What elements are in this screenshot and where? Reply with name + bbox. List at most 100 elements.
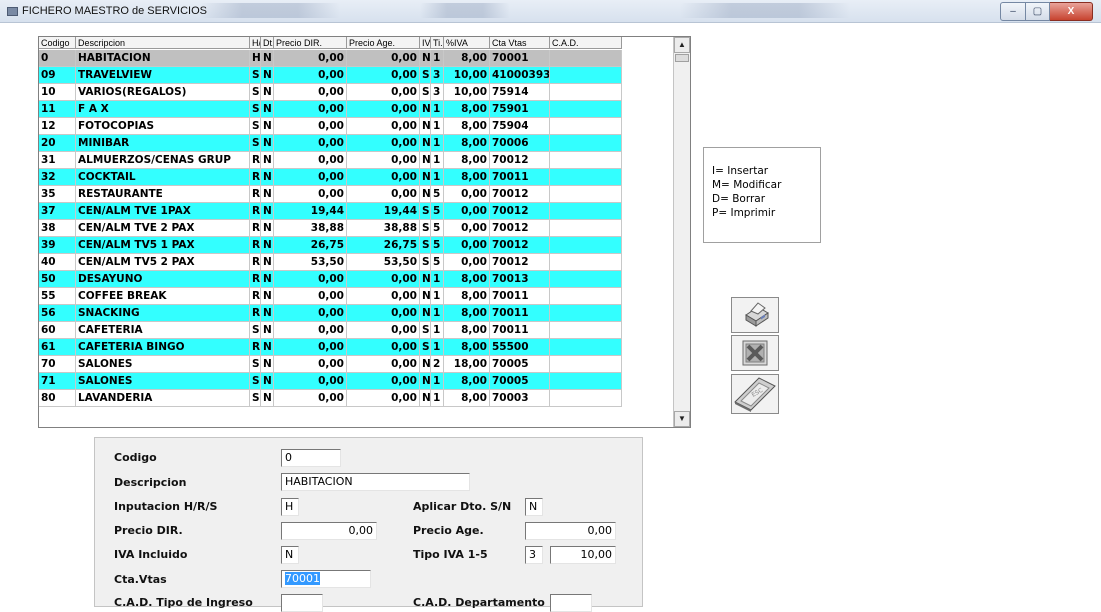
cell-pct-iva: 0,00 xyxy=(444,186,490,203)
cell-imputacion: R xyxy=(250,220,261,237)
cell-pct-iva: 8,00 xyxy=(444,322,490,339)
cell-tipo: 5 xyxy=(431,237,444,254)
cell-pct-iva: 0,00 xyxy=(444,254,490,271)
cell-tipo: 3 xyxy=(431,67,444,84)
table-row[interactable]: 31 ALMUERZOS/CENAS GRUP R N 0,00 0,00 N 1 8,00 70… xyxy=(39,152,622,169)
table-row[interactable]: 38 CEN/ALM TVE 2 PAX R N 38,88 38,88 S 5 0,00 700… xyxy=(39,220,622,237)
cell-descripcion: FOTOCOPIAS xyxy=(76,118,250,135)
cad-ingreso-label: C.A.D. Tipo de Ingreso xyxy=(114,596,253,609)
table-row[interactable]: 60 CAFETERIA S N 0,00 0,00 S 1 8,00 70011 xyxy=(39,322,622,339)
table-row[interactable]: 50 DESAYUNO R N 0,00 0,00 N 1 8,00 70013 xyxy=(39,271,622,288)
column-header-dto[interactable]: Dt. xyxy=(261,37,274,49)
cell-pct-iva: 8,00 xyxy=(444,288,490,305)
cell-cad xyxy=(550,101,622,118)
scroll-down-button[interactable]: ▼ xyxy=(674,411,690,427)
precio-dir-field[interactable]: 0,00 xyxy=(281,522,377,540)
table-row[interactable]: 12 FOTOCOPIAS S N 0,00 0,00 N 1 8,00 75904 xyxy=(39,118,622,135)
tipo-iva-percent-field[interactable]: 10,00 xyxy=(550,546,616,564)
column-header-cad[interactable]: C.A.D. xyxy=(550,37,622,49)
export-excel-button[interactable] xyxy=(731,335,779,371)
table-row[interactable]: 40 CEN/ALM TV5 2 PAX R N 53,50 53,50 S 5 0,00 700… xyxy=(39,254,622,271)
iva-incluido-field[interactable]: N xyxy=(281,546,299,564)
cell-dto: N xyxy=(261,390,274,407)
cell-tipo: 1 xyxy=(431,50,444,67)
cell-dto: N xyxy=(261,50,274,67)
table-row[interactable]: 70 SALONES S N 0,00 0,00 N 2 18,00 70005 xyxy=(39,356,622,373)
table-row[interactable]: 10 VARIOS(REGALOS) S N 0,00 0,00 S 3 10,00 75914 xyxy=(39,84,622,101)
cell-precio-dir: 0,00 xyxy=(274,50,347,67)
cell-tipo: 3 xyxy=(431,84,444,101)
precio-age-field[interactable]: 0,00 xyxy=(525,522,616,540)
table-row[interactable]: 39 CEN/ALM TV5 1 PAX R N 26,75 26,75 S 5 0,00 700… xyxy=(39,237,622,254)
cell-dto: N xyxy=(261,220,274,237)
cell-tipo: 1 xyxy=(431,271,444,288)
cell-cta-vtas: 75901 xyxy=(490,101,550,118)
cell-imputacion: S xyxy=(250,356,261,373)
cell-codigo: 20 xyxy=(39,135,76,152)
print-button[interactable] xyxy=(731,297,779,333)
table-row[interactable]: 56 SNACKING R N 0,00 0,00 N 1 8,00 70011 xyxy=(39,305,622,322)
cell-dto: N xyxy=(261,237,274,254)
scroll-up-button[interactable]: ▲ xyxy=(674,37,690,53)
codigo-field[interactable]: 0 xyxy=(281,449,341,467)
table-row[interactable]: 55 COFFEE BREAK R N 0,00 0,00 N 1 8,00 70011 xyxy=(39,288,622,305)
cell-descripcion: CEN/ALM TVE 2 PAX xyxy=(76,220,250,237)
table-row[interactable]: 61 CAFETERIA BINGO R N 0,00 0,00 S 1 8,00 55500 xyxy=(39,339,622,356)
table-row[interactable]: 71 SALONES S N 0,00 0,00 N 1 8,00 70005 xyxy=(39,373,622,390)
services-grid[interactable]: Codigo Descripcion H/Dt. Precio DIR. Precio … xyxy=(38,36,691,428)
table-row[interactable]: 09 TRAVELVIEW S N 0,00 0,00 S 3 10,00 41000393 xyxy=(39,67,622,84)
cell-codigo: 39 xyxy=(39,237,76,254)
table-row[interactable]: 0 HABITACION H N 0,00 0,00 N 1 8,00 70001 xyxy=(39,50,622,67)
grid-header: Codigo Descripcion H/Dt. Precio DIR. Precio … xyxy=(39,37,622,50)
cell-imputacion: R xyxy=(250,186,261,203)
exit-button[interactable]: ESC xyxy=(731,374,779,414)
cell-cta-vtas: 55500 xyxy=(490,339,550,356)
cell-dto: N xyxy=(261,67,274,84)
cell-imputacion: S xyxy=(250,118,261,135)
aplicar-dto-field[interactable]: N xyxy=(525,498,543,516)
cell-precio-age: 53,50 xyxy=(347,254,420,271)
cell-imputacion: R xyxy=(250,305,261,322)
table-row[interactable]: 80 LAVANDERIA S N 0,00 0,00 N 1 8,00 70003 xyxy=(39,390,622,407)
table-row[interactable]: 37 CEN/ALM TVE 1PAX R N 19,44 19,44 S 5 0,00 7001… xyxy=(39,203,622,220)
vertical-scrollbar[interactable]: ▲ ▼ xyxy=(673,37,690,427)
cell-cad xyxy=(550,288,622,305)
cell-codigo: 09 xyxy=(39,67,76,84)
column-header-codigo[interactable]: Codigo xyxy=(39,37,76,49)
cell-precio-dir: 0,00 xyxy=(274,390,347,407)
minimize-button[interactable]: – xyxy=(1000,2,1026,21)
cell-cta-vtas: 70012 xyxy=(490,237,550,254)
cell-cta-vtas: 70001 xyxy=(490,50,550,67)
cell-precio-age: 0,00 xyxy=(347,305,420,322)
cell-cad xyxy=(550,152,622,169)
column-header-pct-iva[interactable]: %IVA xyxy=(444,37,490,49)
cell-tipo: 1 xyxy=(431,118,444,135)
descripcion-field[interactable]: HABITACION xyxy=(281,473,470,491)
column-header-descripcion[interactable]: Descripcion xyxy=(76,37,250,49)
cad-departamento-field[interactable] xyxy=(550,594,592,612)
cell-pct-iva: 8,00 xyxy=(444,169,490,186)
close-button[interactable]: X xyxy=(1050,2,1093,21)
cta-vtas-field[interactable]: 70001 xyxy=(281,570,371,588)
cad-ingreso-field[interactable] xyxy=(281,594,323,612)
table-row[interactable]: 11 F A X S N 0,00 0,00 N 1 8,00 75901 xyxy=(39,101,622,118)
column-header-cta-vtas[interactable]: Cta Vtas xyxy=(490,37,550,49)
column-header-iva-incluido[interactable]: IV. xyxy=(420,37,431,49)
tipo-iva-field[interactable]: 3 xyxy=(525,546,543,564)
column-header-precio-dir[interactable]: Precio DIR. xyxy=(274,37,347,49)
table-row[interactable]: 35 RESTAURANTE R N 0,00 0,00 N 5 0,00 70012 xyxy=(39,186,622,203)
cell-descripcion: TRAVELVIEW xyxy=(76,67,250,84)
table-row[interactable]: 32 COCKTAIL R N 0,00 0,00 N 1 8,00 70011 xyxy=(39,169,622,186)
cell-cta-vtas: 70011 xyxy=(490,322,550,339)
column-header-tipo[interactable]: Ti. xyxy=(431,37,444,49)
column-header-precio-age[interactable]: Precio Age. xyxy=(347,37,420,49)
table-row[interactable]: 20 MINIBAR S N 0,00 0,00 N 1 8,00 70006 xyxy=(39,135,622,152)
cell-iva-incluido: S xyxy=(420,203,431,220)
cell-precio-dir: 0,00 xyxy=(274,339,347,356)
scroll-thumb[interactable] xyxy=(675,54,689,62)
cell-pct-iva: 10,00 xyxy=(444,67,490,84)
cell-cta-vtas: 70005 xyxy=(490,373,550,390)
inputacion-field[interactable]: H xyxy=(281,498,299,516)
maximize-button[interactable]: ▢ xyxy=(1026,2,1050,21)
column-header-imputacion[interactable]: H/ xyxy=(250,37,261,49)
